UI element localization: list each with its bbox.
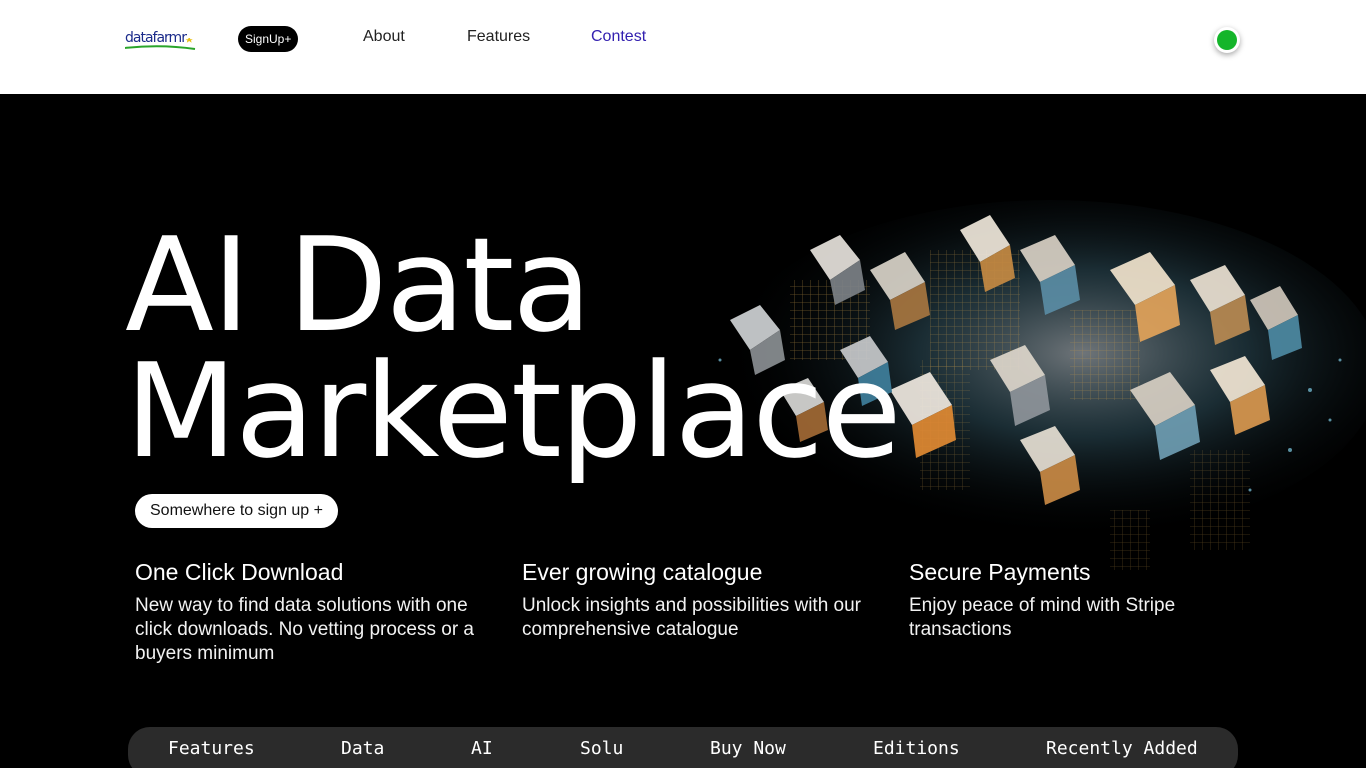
- feature-text: New way to find data solutions with one …: [135, 595, 474, 664]
- bottom-nav-ai[interactable]: AI: [471, 738, 493, 759]
- top-header: datafarmr SignUp+ About Features Contest: [0, 0, 1366, 94]
- bottom-nav-bar: Features Data AI Solu Buy Now Editions R…: [128, 727, 1238, 768]
- status-indicator-icon[interactable]: [1214, 27, 1240, 53]
- bottom-nav-solu[interactable]: Solu: [580, 738, 623, 759]
- bottom-nav-recently-added[interactable]: Recently Added: [1046, 738, 1198, 759]
- feature-title: Ever growing catalogue: [522, 559, 763, 585]
- feature-secure-payments: Secure Payments Enjoy peace of mind with…: [909, 558, 1209, 642]
- nav-about[interactable]: About: [363, 28, 405, 46]
- feature-title: Secure Payments: [909, 559, 1091, 585]
- feature-catalogue: Ever growing catalogue Unlock insights a…: [522, 558, 862, 642]
- nav-contest[interactable]: Contest: [591, 28, 646, 46]
- bottom-nav-features[interactable]: Features: [168, 738, 255, 759]
- datafarmr-logo[interactable]: datafarmr: [125, 28, 197, 52]
- hero-signup-button[interactable]: Somewhere to sign up +: [135, 494, 338, 528]
- hero-title-line1: AI Data: [125, 209, 592, 361]
- hero-title: AI Data Marketplace: [125, 209, 902, 487]
- feature-text: Unlock insights and possibilities with o…: [522, 595, 861, 640]
- feature-text: Enjoy peace of mind with Stripe transact…: [909, 595, 1176, 640]
- feature-title: One Click Download: [135, 559, 344, 585]
- bottom-nav-data[interactable]: Data: [341, 738, 384, 759]
- signup-button[interactable]: SignUp+: [238, 26, 299, 52]
- bottom-nav-editions[interactable]: Editions: [873, 738, 960, 759]
- nav-features[interactable]: Features: [467, 28, 530, 46]
- bottom-nav-buy-now[interactable]: Buy Now: [710, 738, 786, 759]
- logo-swoosh-icon: [125, 38, 196, 50]
- feature-one-click-download: One Click Download New way to find data …: [135, 558, 475, 666]
- hero-title-line2: Marketplace: [125, 335, 902, 487]
